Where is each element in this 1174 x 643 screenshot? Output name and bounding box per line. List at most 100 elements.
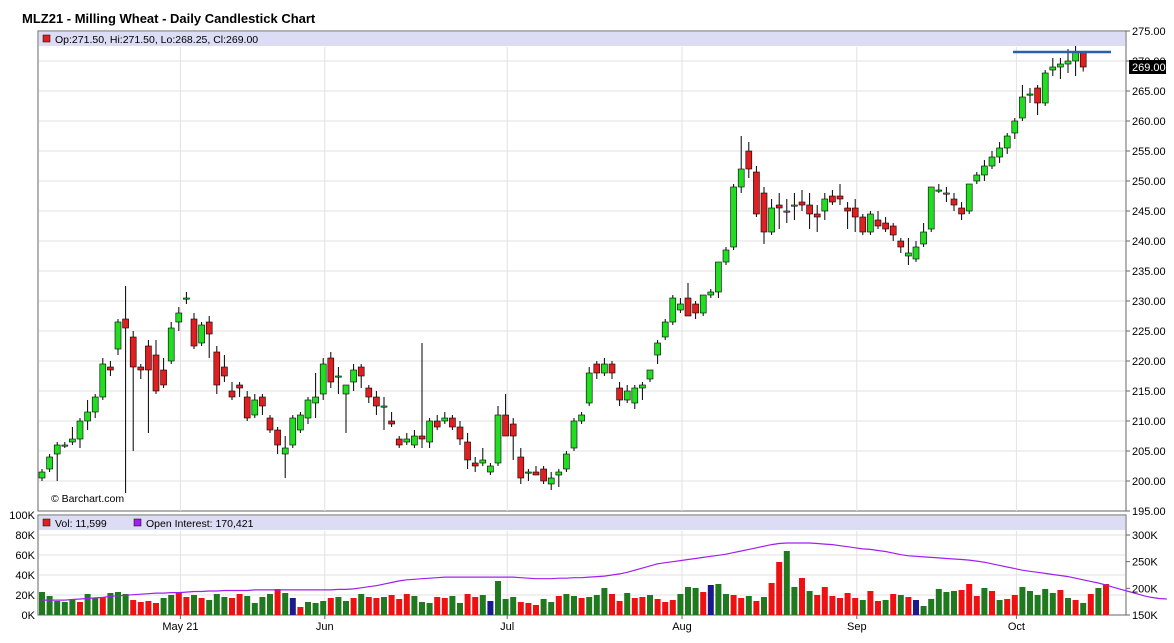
candle-up bbox=[1026, 93, 1034, 96]
volume-bar bbox=[510, 597, 517, 615]
candle-up bbox=[783, 210, 791, 213]
volume-bar bbox=[373, 598, 380, 615]
volume-bar bbox=[335, 597, 342, 615]
candle-up bbox=[707, 291, 715, 296]
candle-down bbox=[259, 396, 266, 407]
volume-bar bbox=[624, 593, 631, 615]
volume-bar bbox=[958, 590, 965, 615]
candle-up bbox=[297, 414, 304, 431]
volume-bar bbox=[555, 596, 562, 615]
volume-bar bbox=[122, 594, 129, 615]
volume-bar bbox=[859, 600, 866, 615]
candle-down bbox=[874, 219, 882, 227]
candle-up bbox=[973, 174, 981, 182]
volume-bar bbox=[198, 598, 205, 615]
volume-info: Vol: 11,599 bbox=[55, 518, 107, 530]
volume-bar bbox=[1027, 591, 1033, 615]
price-tick-label: 205.00 bbox=[1132, 446, 1166, 458]
candle-up bbox=[183, 297, 190, 300]
volume-bar bbox=[183, 597, 190, 615]
volume-bar bbox=[821, 587, 828, 615]
volume-bar bbox=[426, 603, 433, 615]
candle-up bbox=[905, 252, 912, 257]
volume-bar bbox=[730, 595, 737, 615]
volume-bar bbox=[153, 603, 159, 615]
volume-bar bbox=[745, 596, 752, 615]
x-tick-label: Jun bbox=[316, 621, 334, 633]
candle-down bbox=[464, 441, 471, 461]
candle-down bbox=[388, 420, 395, 425]
volume-bar bbox=[601, 588, 608, 615]
volume-bar bbox=[707, 585, 714, 615]
volume-bar bbox=[464, 594, 471, 615]
volume-bar bbox=[1080, 603, 1087, 615]
price-tick-label: 245.00 bbox=[1132, 206, 1166, 218]
candle-down bbox=[418, 435, 426, 440]
volume-bar bbox=[449, 596, 456, 615]
volume-bar bbox=[441, 598, 448, 615]
x-tick-label: Oct bbox=[1008, 621, 1025, 633]
candle-up bbox=[175, 312, 183, 323]
x-axis: May 21 Jun Jul Aug Sep Oct bbox=[162, 615, 1025, 633]
candle-down bbox=[395, 438, 403, 446]
price-tick-label: 195.00 bbox=[1132, 506, 1166, 518]
volume-y-axis-right: 300K 250K 200K 150K bbox=[1126, 530, 1158, 622]
candle-up bbox=[1049, 66, 1057, 71]
candle-down bbox=[205, 321, 213, 335]
volume-bar bbox=[327, 598, 334, 615]
candle-up bbox=[1064, 60, 1072, 65]
volume-bar bbox=[472, 597, 479, 615]
candle-down bbox=[882, 222, 889, 230]
candle-down bbox=[160, 369, 167, 386]
volume-bar bbox=[875, 601, 881, 615]
volume-bar bbox=[479, 595, 486, 615]
volume-bar bbox=[882, 600, 889, 615]
volume-tick-label: 100K bbox=[9, 510, 35, 522]
candle-down bbox=[813, 213, 821, 218]
candle-up bbox=[996, 147, 1003, 158]
volume-bar bbox=[852, 598, 859, 615]
candle-down bbox=[213, 351, 221, 386]
volume-bar bbox=[966, 584, 973, 615]
volume-bar bbox=[495, 581, 501, 615]
candle-up bbox=[699, 294, 707, 314]
candle-up bbox=[631, 387, 639, 404]
candle-up bbox=[525, 471, 532, 474]
x-tick-label: Aug bbox=[672, 621, 692, 633]
volume-bar bbox=[548, 602, 555, 615]
candle-down bbox=[593, 363, 601, 374]
volume-bar bbox=[723, 594, 729, 615]
oi-tick-label: 300K bbox=[1132, 530, 1158, 542]
volume-bar bbox=[289, 598, 296, 615]
volume-bar bbox=[305, 602, 311, 615]
volume-bar bbox=[236, 594, 243, 615]
candle-up bbox=[426, 420, 433, 443]
volume-bar bbox=[365, 597, 372, 615]
candle-up bbox=[791, 204, 798, 207]
price-tick-label: 215.00 bbox=[1132, 386, 1166, 398]
volume-bar bbox=[54, 601, 61, 615]
candle-down bbox=[509, 423, 517, 437]
candle-up bbox=[722, 249, 730, 263]
oi-tick-label: 250K bbox=[1132, 557, 1158, 569]
candle-down bbox=[190, 318, 198, 347]
volume-bar bbox=[700, 592, 707, 615]
candle-down bbox=[221, 366, 228, 377]
volume-bar bbox=[981, 588, 988, 615]
watermark: © Barchart.com bbox=[51, 493, 124, 505]
candle-up bbox=[737, 168, 745, 188]
candle-up bbox=[943, 192, 950, 195]
price-tick-label: 250.00 bbox=[1132, 176, 1166, 188]
candle-down bbox=[684, 297, 692, 317]
candle-down bbox=[958, 207, 965, 215]
x-tick-label: May 21 bbox=[162, 621, 198, 633]
candle-up bbox=[1041, 72, 1049, 104]
volume-bar bbox=[593, 595, 600, 615]
candle-up bbox=[342, 384, 350, 395]
volume-bar bbox=[639, 597, 646, 615]
volume-bar bbox=[137, 602, 144, 615]
volume-bar bbox=[381, 597, 387, 615]
candle-up bbox=[654, 342, 661, 356]
volume-bar bbox=[685, 587, 691, 615]
volume-bar bbox=[586, 597, 593, 615]
